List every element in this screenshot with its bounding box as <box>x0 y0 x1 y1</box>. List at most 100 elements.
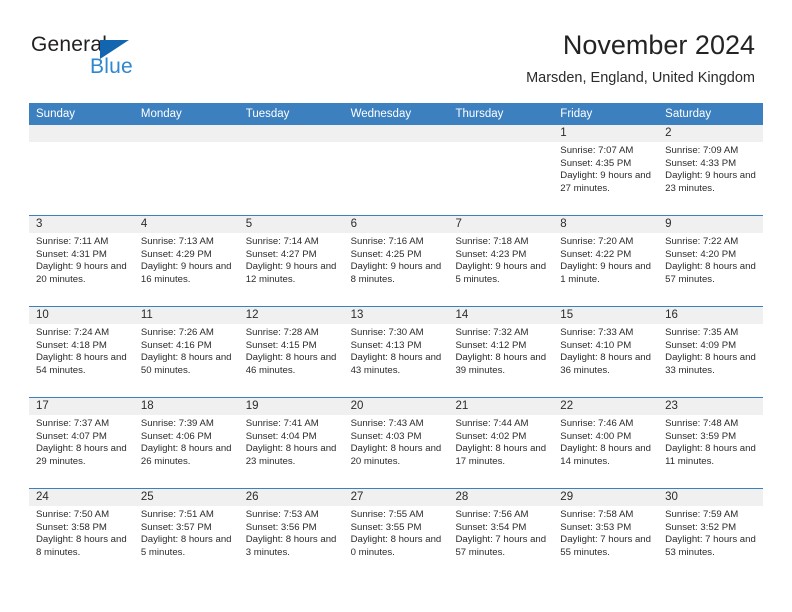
sunset-text: Sunset: 4:07 PM <box>36 430 107 442</box>
day-number: 21 <box>448 398 554 415</box>
sunset-text: Sunset: 4:06 PM <box>140 430 212 442</box>
daylight-text: Daylight: 9 hours and 20 minutes. <box>36 261 127 285</box>
sunset-text: Sunset: 3:52 PM <box>665 521 737 533</box>
day-cell[interactable]: 12 Sunrise: 7:28 AM Sunset: 4:15 PM Dayligh… <box>238 307 344 397</box>
sunrise-text: Sunrise: 7:41 AM <box>245 418 319 429</box>
day-cell[interactable]: 14 Sunrise: 7:32 AM Sunset: 4:12 PM Dayligh… <box>448 307 554 397</box>
daylight-text: Daylight: 8 hours and 46 minutes. <box>245 352 337 376</box>
weekday-monday: Monday <box>140 108 182 120</box>
calendar-weeks: 1 Sunrise: 7:07 AM Sunset: 4:35 PM Daylight… <box>29 125 764 579</box>
daylight-text: Daylight: 8 hours and 11 minutes. <box>665 443 756 467</box>
day-cell[interactable]: 9 Sunrise: 7:22 AM Sunset: 4:20 PM Daylight… <box>658 216 764 306</box>
day-cell-empty <box>343 125 449 215</box>
calendar-grid: Sunday Monday Tuesday Wednesday Thursday… <box>29 103 764 579</box>
sunrise-text: Sunrise: 7:59 AM <box>665 509 739 520</box>
day-number: 30 <box>658 489 764 506</box>
day-cell[interactable]: 8 Sunrise: 7:20 AM Sunset: 4:22 PM Daylight… <box>553 216 659 306</box>
day-cell[interactable]: 20 Sunrise: 7:43 AM Sunset: 4:03 PM Dayligh… <box>343 398 449 488</box>
day-cell[interactable]: 24 Sunrise: 7:50 AM Sunset: 3:58 PM Dayligh… <box>29 489 134 579</box>
day-cell[interactable]: 23 Sunrise: 7:48 AM Sunset: 3:59 PM Dayligh… <box>658 398 764 488</box>
day-cell[interactable]: 7 Sunrise: 7:18 AM Sunset: 4:23 PM Daylight… <box>448 216 554 306</box>
sunset-text: Sunset: 4:00 PM <box>560 430 632 442</box>
day-number: 20 <box>343 398 449 415</box>
weekday-wednesday: Wednesday <box>350 108 412 120</box>
day-cell[interactable]: 11 Sunrise: 7:26 AM Sunset: 4:16 PM Dayligh… <box>133 307 239 397</box>
day-sun-info: Sunrise: 7:48 AM Sunset: 3:59 PM Daylight:… <box>658 415 763 468</box>
sunrise-text: Sunrise: 7:43 AM <box>350 418 424 429</box>
day-cell[interactable]: 5 Sunrise: 7:14 AM Sunset: 4:27 PM Daylight… <box>238 216 344 306</box>
day-cell[interactable]: 25 Sunrise: 7:51 AM Sunset: 3:57 PM Dayligh… <box>133 489 239 579</box>
day-sun-info: Sunrise: 7:50 AM Sunset: 3:58 PM Daylight:… <box>29 506 134 559</box>
day-cell[interactable]: 1 Sunrise: 7:07 AM Sunset: 4:35 PM Daylight… <box>553 125 659 215</box>
day-number: 8 <box>553 216 659 233</box>
day-sun-info: Sunrise: 7:11 AM Sunset: 4:31 PM Daylight:… <box>29 233 134 286</box>
day-number: 25 <box>133 489 239 506</box>
day-number: 3 <box>29 216 134 233</box>
daylight-text: Daylight: 8 hours and 0 minutes. <box>350 534 442 558</box>
day-cell[interactable]: 13 Sunrise: 7:30 AM Sunset: 4:13 PM Dayligh… <box>343 307 449 397</box>
day-cell-empty <box>448 125 554 215</box>
day-cell[interactable]: 21 Sunrise: 7:44 AM Sunset: 4:02 PM Dayligh… <box>448 398 554 488</box>
day-cell[interactable]: 26 Sunrise: 7:53 AM Sunset: 3:56 PM Dayligh… <box>238 489 344 579</box>
day-number: 2 <box>658 125 764 142</box>
day-cell[interactable]: 3 Sunrise: 7:11 AM Sunset: 4:31 PM Daylight… <box>29 216 134 306</box>
day-cell[interactable]: 22 Sunrise: 7:46 AM Sunset: 4:00 PM Dayligh… <box>553 398 659 488</box>
day-cell[interactable]: 27 Sunrise: 7:55 AM Sunset: 3:55 PM Dayligh… <box>343 489 449 579</box>
daylight-text: Daylight: 8 hours and 3 minutes. <box>245 534 337 558</box>
day-cell[interactable]: 10 Sunrise: 7:24 AM Sunset: 4:18 PM Dayligh… <box>29 307 134 397</box>
general-blue-logo[interactable]: General Blue <box>31 33 251 83</box>
day-number: 14 <box>448 307 554 324</box>
logo-text-blue: Blue <box>90 55 133 78</box>
day-number: 29 <box>553 489 659 506</box>
day-sun-info: Sunrise: 7:56 AM Sunset: 3:54 PM Daylight:… <box>448 506 553 559</box>
day-cell[interactable]: 6 Sunrise: 7:16 AM Sunset: 4:25 PM Daylight… <box>343 216 449 306</box>
day-cell-empty <box>29 125 134 215</box>
calendar-page: General Blue November 2024 Marsden, Engl… <box>0 0 792 612</box>
page-subtitle: Marsden, England, United Kingdom <box>526 70 755 86</box>
day-number: 26 <box>238 489 344 506</box>
calendar-week-row: 1 Sunrise: 7:07 AM Sunset: 4:35 PM Daylight… <box>29 125 764 215</box>
daylight-text: Daylight: 8 hours and 29 minutes. <box>36 443 127 467</box>
sunrise-text: Sunrise: 7:55 AM <box>350 509 424 520</box>
day-sun-info: Sunrise: 7:37 AM Sunset: 4:07 PM Daylight:… <box>29 415 134 468</box>
day-number: 17 <box>29 398 134 415</box>
daylight-text: Daylight: 7 hours and 53 minutes. <box>665 534 756 558</box>
day-cell[interactable]: 30 Sunrise: 7:59 AM Sunset: 3:52 PM Dayligh… <box>658 489 764 579</box>
sunrise-text: Sunrise: 7:26 AM <box>140 327 214 338</box>
weekday-header-row: Sunday Monday Tuesday Wednesday Thursday… <box>29 103 763 125</box>
day-cell[interactable]: 29 Sunrise: 7:58 AM Sunset: 3:53 PM Dayligh… <box>553 489 659 579</box>
sunset-text: Sunset: 4:35 PM <box>560 157 632 169</box>
daylight-text: Daylight: 8 hours and 39 minutes. <box>455 352 547 376</box>
sunset-text: Sunset: 4:29 PM <box>140 248 212 260</box>
day-cell[interactable]: 17 Sunrise: 7:37 AM Sunset: 4:07 PM Dayligh… <box>29 398 134 488</box>
day-number <box>343 125 449 142</box>
day-cell[interactable]: 4 Sunrise: 7:13 AM Sunset: 4:29 PM Daylight… <box>133 216 239 306</box>
sunset-text: Sunset: 4:25 PM <box>350 248 422 260</box>
daylight-text: Daylight: 8 hours and 23 minutes. <box>245 443 337 467</box>
daylight-text: Daylight: 8 hours and 5 minutes. <box>140 534 232 558</box>
day-sun-info: Sunrise: 7:53 AM Sunset: 3:56 PM Daylight:… <box>239 506 344 559</box>
day-cell[interactable]: 19 Sunrise: 7:41 AM Sunset: 4:04 PM Dayligh… <box>238 398 344 488</box>
sunset-text: Sunset: 4:22 PM <box>560 248 632 260</box>
daylight-text: Daylight: 9 hours and 12 minutes. <box>245 261 337 285</box>
daylight-text: Daylight: 7 hours and 55 minutes. <box>560 534 651 558</box>
day-number <box>133 125 239 142</box>
daylight-text: Daylight: 8 hours and 50 minutes. <box>140 352 232 376</box>
day-cell[interactable]: 16 Sunrise: 7:35 AM Sunset: 4:09 PM Dayligh… <box>658 307 764 397</box>
day-sun-info: Sunrise: 7:35 AM Sunset: 4:09 PM Daylight:… <box>658 324 763 377</box>
day-cell[interactable]: 28 Sunrise: 7:56 AM Sunset: 3:54 PM Dayligh… <box>448 489 554 579</box>
sunrise-text: Sunrise: 7:16 AM <box>350 236 424 247</box>
day-sun-info: Sunrise: 7:43 AM Sunset: 4:03 PM Daylight:… <box>344 415 449 468</box>
day-cell[interactable]: 2 Sunrise: 7:09 AM Sunset: 4:33 PM Daylight… <box>658 125 764 215</box>
sunset-text: Sunset: 4:20 PM <box>665 248 737 260</box>
sunrise-text: Sunrise: 7:51 AM <box>140 509 214 520</box>
sunset-text: Sunset: 4:31 PM <box>36 248 107 260</box>
calendar-week-row: 10 Sunrise: 7:24 AM Sunset: 4:18 PM Dayligh… <box>29 306 764 397</box>
day-number: 22 <box>553 398 659 415</box>
sunrise-text: Sunrise: 7:13 AM <box>140 236 214 247</box>
day-sun-info: Sunrise: 7:41 AM Sunset: 4:04 PM Daylight:… <box>239 415 344 468</box>
day-cell[interactable]: 15 Sunrise: 7:33 AM Sunset: 4:10 PM Dayligh… <box>553 307 659 397</box>
day-cell[interactable]: 18 Sunrise: 7:39 AM Sunset: 4:06 PM Dayligh… <box>133 398 239 488</box>
sunrise-text: Sunrise: 7:30 AM <box>350 327 424 338</box>
sunset-text: Sunset: 3:56 PM <box>245 521 317 533</box>
